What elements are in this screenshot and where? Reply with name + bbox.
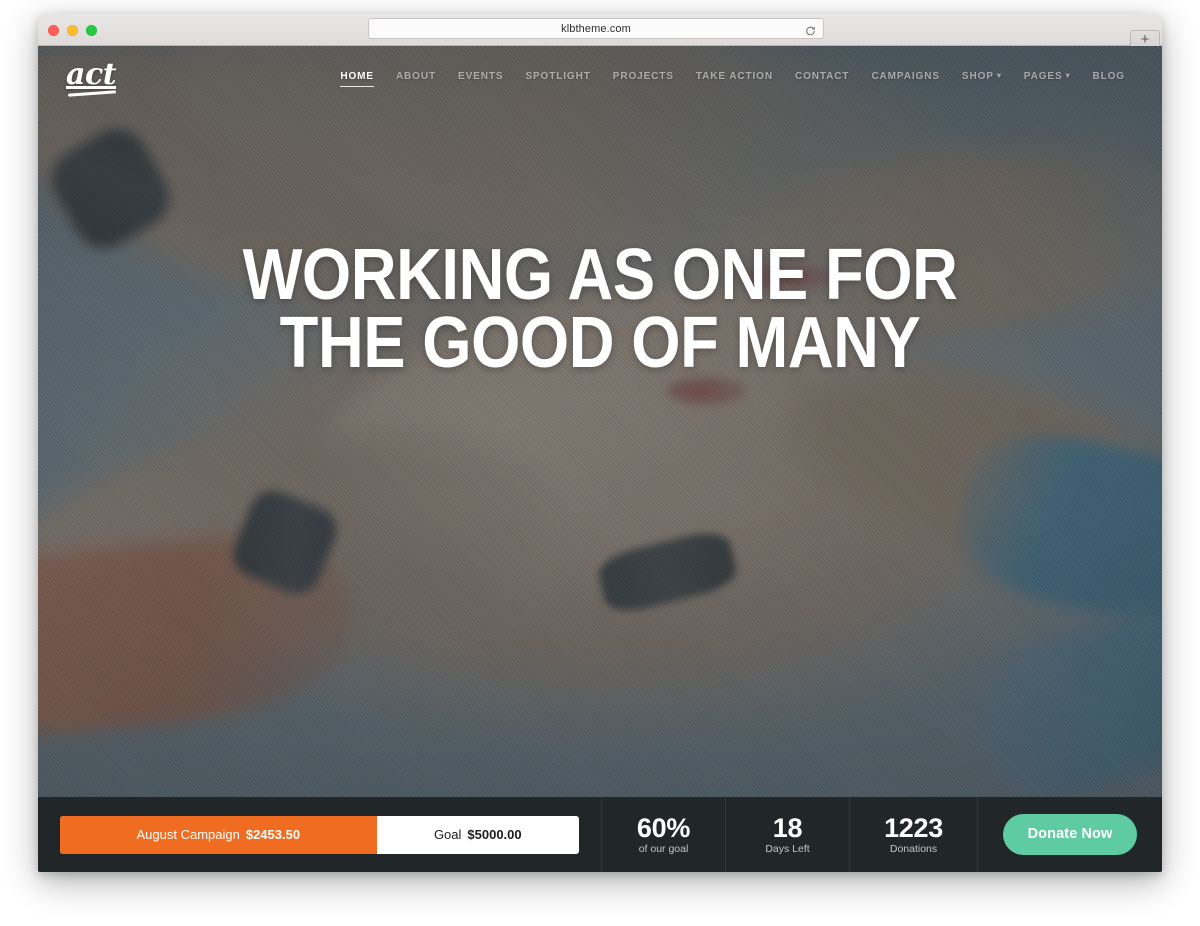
url-text: klbtheme.com: [561, 22, 631, 35]
nav-item-blog[interactable]: BLOG: [1082, 64, 1137, 90]
nav-label: CAMPAIGNS: [871, 71, 940, 82]
nav-label: SPOTLIGHT: [525, 71, 591, 82]
hero-title-line-1: WORKING AS ONE FOR: [242, 235, 958, 315]
donate-cell: Donate Now: [977, 797, 1162, 872]
nav-label: EVENTS: [458, 71, 504, 82]
window-controls: [48, 25, 97, 36]
site-header: act HOME ABOUT EVENTS SPOTLIGHT PROJECTS…: [38, 46, 1162, 108]
campaign-progress-cell: August Campaign $2453.50 Goal $5000.00: [38, 797, 601, 872]
nav-label: HOME: [340, 71, 374, 82]
minimize-window-icon[interactable]: [67, 25, 78, 36]
campaign-goal-amount: $5000.00: [467, 827, 522, 842]
campaign-raised-amount: $2453.50: [245, 827, 301, 842]
nav-item-contact[interactable]: CONTACT: [784, 64, 860, 90]
page-viewport: act HOME ABOUT EVENTS SPOTLIGHT PROJECTS…: [38, 46, 1162, 872]
close-window-icon[interactable]: [48, 25, 59, 36]
nav-item-home[interactable]: HOME: [329, 64, 385, 90]
browser-titlebar: klbtheme.com +: [38, 14, 1162, 50]
chevron-down-icon: ▾: [1065, 71, 1071, 80]
nav-item-about[interactable]: ABOUT: [385, 64, 447, 90]
stat-label: of our goal: [638, 842, 689, 855]
site-logo[interactable]: act: [66, 60, 117, 94]
stat-donations: 1223 Donations: [849, 797, 977, 872]
hero-copy: WORKING AS ONE FOR THE GOOD OF MANY: [38, 235, 1162, 383]
stat-value: 60%: [636, 812, 691, 843]
stat-days-left: 18 Days Left: [725, 797, 849, 872]
nav-label: SHOP: [961, 71, 994, 82]
nav-label: PAGES: [1023, 71, 1063, 82]
photo-stripe-pattern: [38, 46, 1162, 797]
maximize-window-icon[interactable]: [86, 25, 97, 36]
nav-label: TAKE ACTION: [695, 71, 773, 82]
nav-label: ABOUT: [395, 71, 436, 82]
campaign-progress-bar: August Campaign $2453.50 Goal $5000.00: [60, 815, 579, 854]
nav-item-campaigns[interactable]: CAMPAIGNS: [860, 64, 950, 90]
campaign-goal-label: Goal: [433, 827, 462, 842]
campaign-bar: August Campaign $2453.50 Goal $5000.00 6…: [38, 797, 1162, 872]
nav-item-projects[interactable]: PROJECTS: [602, 64, 685, 90]
stat-value: 1223: [884, 812, 943, 843]
campaign-name: August Campaign: [136, 827, 240, 842]
nav-item-spotlight[interactable]: SPOTLIGHT: [514, 64, 601, 90]
hero-title: WORKING AS ONE FOR THE GOOD OF MANY: [141, 235, 1060, 383]
hero-background-photo: [38, 46, 1162, 797]
nav-label: PROJECTS: [612, 71, 674, 82]
nav-item-pages[interactable]: PAGES ▾: [1013, 64, 1082, 90]
address-bar[interactable]: klbtheme.com: [368, 18, 824, 39]
donate-now-button[interactable]: Donate Now: [1002, 814, 1138, 855]
nav-item-events[interactable]: EVENTS: [447, 64, 514, 90]
main-navigation: HOME ABOUT EVENTS SPOTLIGHT PROJECTS TAK…: [329, 64, 1136, 90]
stat-label: Days Left: [765, 842, 810, 855]
stat-percent-of-goal: 60% of our goal: [601, 797, 725, 872]
nav-item-shop[interactable]: SHOP ▾: [951, 64, 1013, 90]
nav-item-take-action[interactable]: TAKE ACTION: [685, 64, 784, 90]
hero-section: act HOME ABOUT EVENTS SPOTLIGHT PROJECTS…: [38, 46, 1162, 797]
nav-label: CONTACT: [794, 71, 850, 82]
reload-icon[interactable]: [805, 23, 816, 35]
campaign-progress-fill: August Campaign $2453.50: [60, 815, 377, 854]
campaign-progress-remainder: Goal $5000.00: [377, 816, 579, 854]
hero-title-line-2: THE GOOD OF MANY: [279, 302, 921, 383]
chevron-down-icon: ▾: [996, 71, 1002, 80]
stat-value: 18: [772, 812, 803, 843]
nav-label: BLOG: [1092, 71, 1125, 82]
stat-label: Donations: [889, 842, 938, 855]
browser-window: klbtheme.com + act HOME ABOUT EVENTS SPO…: [38, 14, 1162, 872]
